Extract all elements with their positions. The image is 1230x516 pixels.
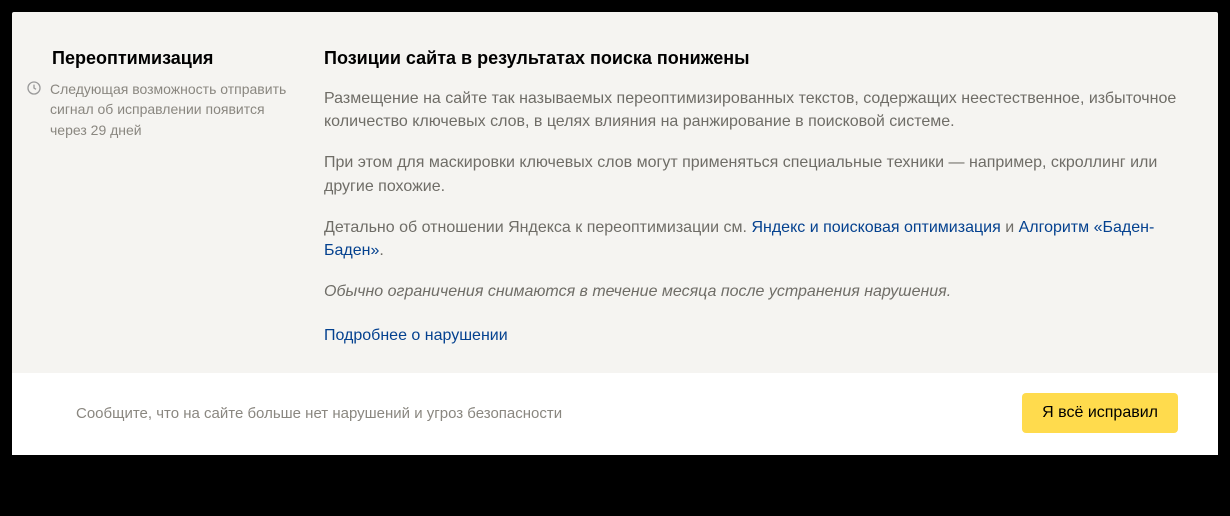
footer-message: Сообщите, что на сайте больше нет наруше… [76, 405, 562, 422]
card-content: Переоптимизация Следующая возможность от… [12, 12, 1218, 373]
sidebar: Переоптимизация Следующая возможность от… [52, 48, 300, 345]
clock-icon [26, 80, 42, 96]
violation-card: Переоптимизация Следующая возможность от… [12, 12, 1218, 455]
more-about-violation-link[interactable]: Подробнее о нарушении [324, 327, 508, 345]
para3-mid: и [1001, 219, 1019, 236]
para3-post: . [379, 242, 383, 259]
card-footer: Сообщите, что на сайте больше нет наруше… [12, 373, 1218, 455]
violation-title: Переоптимизация [52, 48, 300, 69]
para3-pre: Детально об отношении Яндекса к переопти… [324, 219, 751, 236]
description-para-2: При этом для маскировки ключевых слов мо… [324, 151, 1178, 197]
description-para-4: Обычно ограничения снимаются в течение м… [324, 280, 1178, 303]
description-para-3: Детально об отношении Яндекса к переопти… [324, 216, 1178, 262]
status-row: Следующая возможность отправить сигнал о… [26, 79, 300, 140]
link-yandex-seo[interactable]: Яндекс и поисковая оптимизация [751, 219, 1000, 236]
status-text: Следующая возможность отправить сигнал о… [50, 79, 300, 140]
fixed-button[interactable]: Я всё исправил [1022, 393, 1178, 433]
subtitle: Позиции сайта в результатах поиска пониж… [324, 48, 1178, 69]
main-content: Позиции сайта в результатах поиска пониж… [324, 48, 1178, 345]
description-para-1: Размещение на сайте так называемых перео… [324, 87, 1178, 133]
